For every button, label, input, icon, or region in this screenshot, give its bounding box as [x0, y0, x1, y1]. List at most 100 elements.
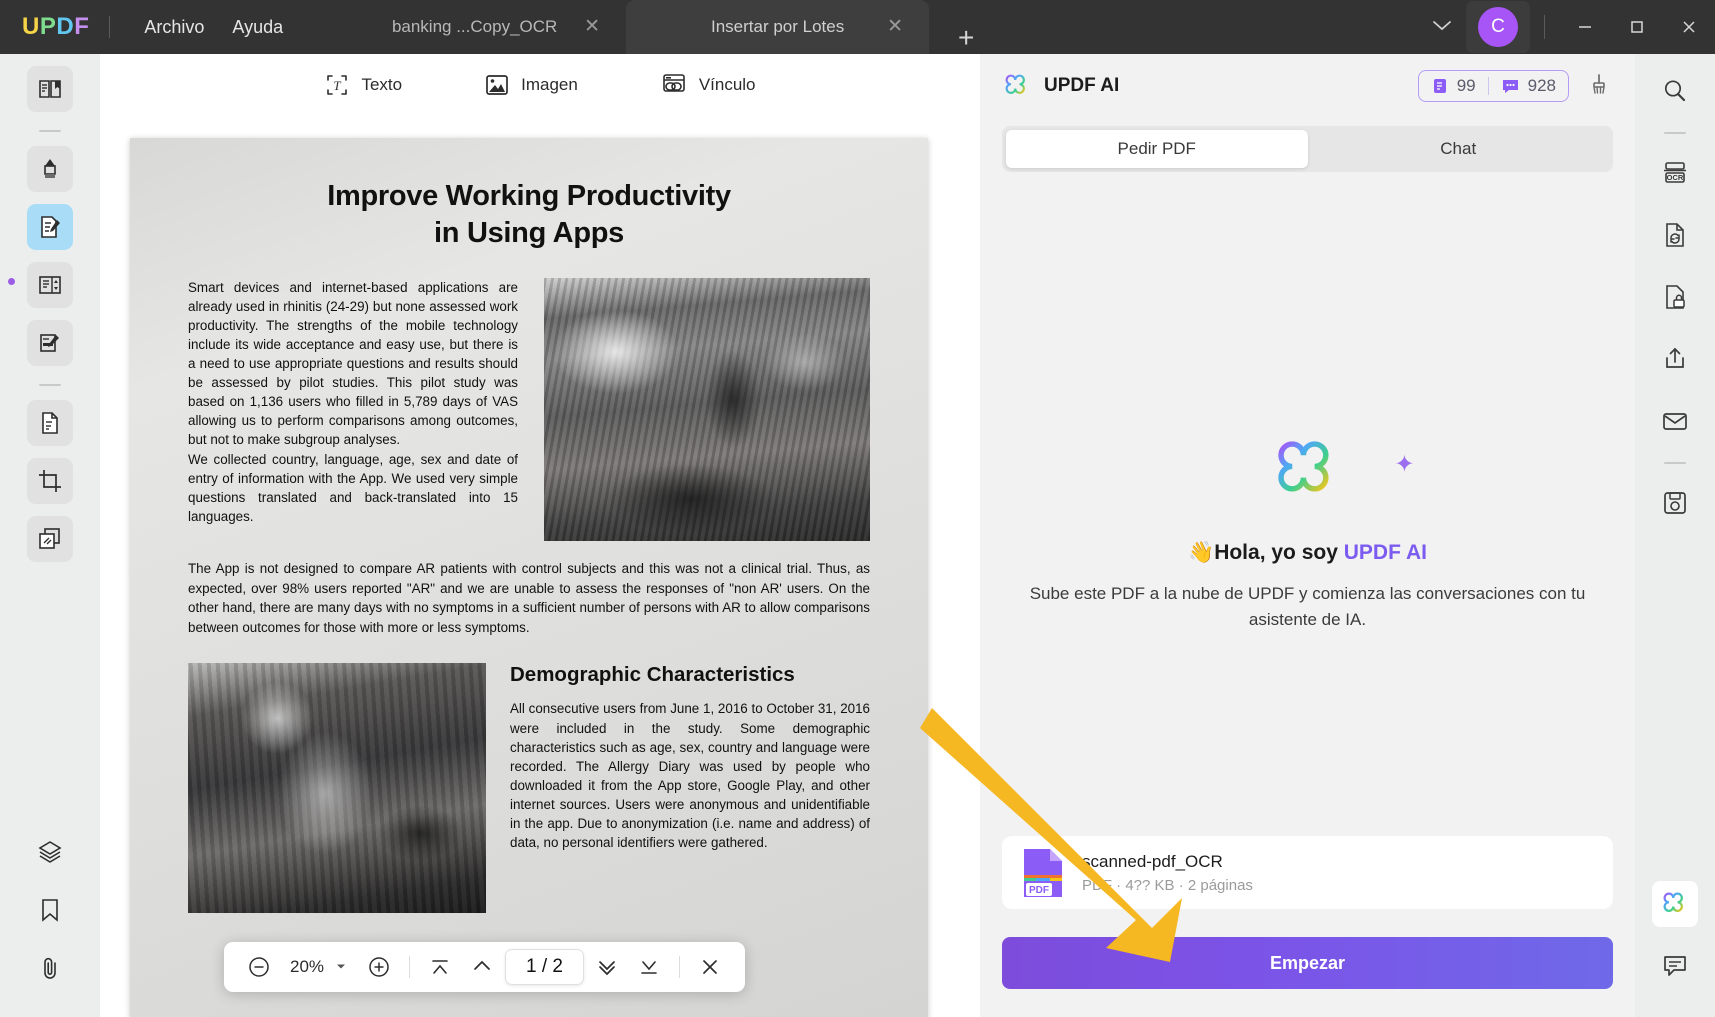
sidebar-item-edit-pdf[interactable]: [27, 204, 73, 250]
tab-chat[interactable]: Chat: [1308, 130, 1610, 168]
sidebar-item-reader[interactable]: [27, 66, 73, 112]
chevron-down-icon[interactable]: [1418, 9, 1466, 46]
first-page-button[interactable]: [421, 948, 459, 986]
tab-banking-label: banking ...Copy_OCR: [391, 17, 558, 36]
active-tool-marker: [8, 278, 15, 285]
sidebar-item-organize-pages[interactable]: [27, 262, 73, 308]
last-page-icon: [641, 961, 657, 974]
toolbar-texto[interactable]: T Texto: [314, 66, 412, 104]
document-text-column: Smart devices and internet-based applica…: [188, 278, 518, 541]
ai-greeting: 👋Hola, yo soy UPDF AI: [1188, 541, 1427, 565]
document-area: T Texto Imagen Vínculo Improve Working P…: [100, 54, 980, 1017]
zoom-dropdown-caret-icon[interactable]: [334, 962, 356, 972]
rail-separator-1: [39, 130, 61, 132]
toolbar-imagen[interactable]: Imagen: [474, 66, 588, 104]
right-item-ocr[interactable]: OCR: [1652, 150, 1698, 196]
minimize-button[interactable]: [1559, 0, 1611, 54]
chat-credits-count: 928: [1527, 76, 1556, 95]
updf-logo[interactable]: UPDF: [22, 13, 89, 41]
comment-bubble-icon: [1664, 956, 1686, 976]
greeting-text: Hola, yo soy: [1214, 541, 1344, 564]
document-columns: Smart devices and internet-based applica…: [188, 278, 870, 542]
pdf-page[interactable]: Improve Working Productivity in Using Ap…: [130, 138, 928, 1017]
right-item-search[interactable]: [1652, 68, 1698, 114]
document-title-line2: in Using Apps: [434, 217, 624, 250]
right-rail-separator-2: [1664, 462, 1686, 464]
last-page-button[interactable]: [630, 948, 668, 986]
sidebar-item-convert[interactable]: [27, 400, 73, 446]
floppy-save-icon: [1664, 492, 1686, 514]
sidebar-item-highlighter[interactable]: [27, 146, 73, 192]
zoombar-close-button[interactable]: [691, 948, 729, 986]
paperclip-icon: [44, 957, 56, 979]
tab-banking[interactable]: banking ...Copy_OCR ✕: [323, 0, 626, 54]
tab-insertar-close-icon[interactable]: ✕: [885, 17, 905, 37]
close-button[interactable]: [1663, 0, 1715, 54]
image-icon: [486, 75, 508, 95]
greeting-brand: UPDF AI: [1343, 541, 1427, 564]
updf-ai-flower-icon: [1277, 441, 1329, 492]
prev-page-button[interactable]: [463, 948, 501, 986]
tab-insertar[interactable]: Insertar por Lotes ✕: [626, 0, 930, 54]
first-page-icon: [432, 960, 448, 974]
title-bar: UPDF Archivo Ayuda banking ...Copy_OCR ✕…: [0, 0, 1715, 54]
tab-strip: banking ...Copy_OCR ✕ Insertar por Lotes…: [323, 0, 981, 54]
crop-icon: [39, 470, 61, 492]
sidebar-item-crop[interactable]: [27, 458, 73, 504]
document-paragraph-3: All consecutive users from June 1, 2016 …: [510, 701, 870, 850]
broom-clear-icon[interactable]: [1587, 72, 1611, 101]
menu-archivo[interactable]: Archivo: [130, 11, 218, 44]
page-indicator[interactable]: 1 / 2: [505, 949, 585, 985]
menu-ayuda[interactable]: Ayuda: [218, 11, 297, 44]
document-credits-icon: [1433, 79, 1446, 93]
ai-flower-large: ✦: [1269, 432, 1415, 515]
window-right-controls: C: [1418, 0, 1715, 54]
sidebar-item-layers[interactable]: [27, 829, 73, 875]
right-item-updf-ai[interactable]: [1652, 881, 1698, 927]
avatar[interactable]: C: [1478, 7, 1518, 47]
next-page-button[interactable]: [588, 948, 626, 986]
sidebar-item-fill-and-sign[interactable]: [27, 320, 73, 366]
tab-pedir-pdf[interactable]: Pedir PDF: [1006, 130, 1308, 168]
zoom-level[interactable]: 20%: [282, 957, 330, 977]
logo-letter-f: F: [74, 13, 90, 40]
sidebar-item-attachments[interactable]: [27, 945, 73, 991]
maximize-button[interactable]: [1611, 0, 1663, 54]
file-card[interactable]: PDF scanned-pdf_OCR PDF · 4?? KB · 2 pág…: [1002, 836, 1613, 909]
document-section-heading: Demographic Characteristics: [510, 663, 795, 687]
ai-panel: UPDF AI 99 928 Pedir PDF Chat ✦ 👋Hola, y…: [980, 54, 1635, 1017]
right-item-email[interactable]: [1652, 398, 1698, 444]
avatar-container[interactable]: C: [1466, 1, 1530, 53]
document-paragraph-1: Smart devices and internet-based applica…: [188, 280, 518, 448]
sidebar-item-compare[interactable]: [27, 516, 73, 562]
ai-panel-body: ✦ 👋Hola, yo soy UPDF AI Sube este PDF a …: [980, 172, 1635, 892]
zoom-in-button[interactable]: [360, 948, 398, 986]
ai-panel-title: UPDF AI: [1044, 75, 1120, 96]
sparkle-icon: ✦: [1394, 451, 1415, 478]
toolbar-vinculo[interactable]: Vínculo: [650, 66, 766, 104]
right-item-save[interactable]: [1652, 480, 1698, 526]
doc-credits-count: 99: [1456, 76, 1476, 95]
start-button[interactable]: Empezar: [1002, 937, 1613, 989]
updf-ai-flower-icon: [1663, 892, 1683, 912]
bookmark-icon: [42, 899, 58, 922]
sidebar-item-bookmarks[interactable]: [27, 887, 73, 933]
tab-banking-close-icon[interactable]: ✕: [582, 17, 602, 37]
envelope-icon: [1663, 413, 1687, 430]
right-item-convert[interactable]: [1652, 212, 1698, 258]
marker-pen-icon: [44, 159, 56, 178]
tab-insertar-label: Insertar por Lotes: [711, 17, 845, 36]
right-item-comments[interactable]: [1652, 943, 1698, 989]
page-scroll-container[interactable]: Improve Working Productivity in Using Ap…: [100, 116, 980, 1017]
stack-layers-icon: [38, 841, 62, 863]
right-item-protect[interactable]: [1652, 274, 1698, 320]
updf-window: UPDF Archivo Ayuda banking ...Copy_OCR ✕…: [0, 0, 1715, 1017]
right-item-share[interactable]: [1652, 336, 1698, 382]
new-tab-button[interactable]: +: [951, 22, 981, 54]
ai-subtitle: Sube este PDF a la nube de UPDF y comien…: [1029, 584, 1586, 629]
credits-badge[interactable]: 99 928: [1417, 70, 1569, 102]
document-convert-icon: [42, 412, 58, 434]
document-photo-person: [188, 663, 486, 914]
zoombar-divider-2: [679, 956, 681, 978]
zoom-out-button[interactable]: [240, 948, 278, 986]
